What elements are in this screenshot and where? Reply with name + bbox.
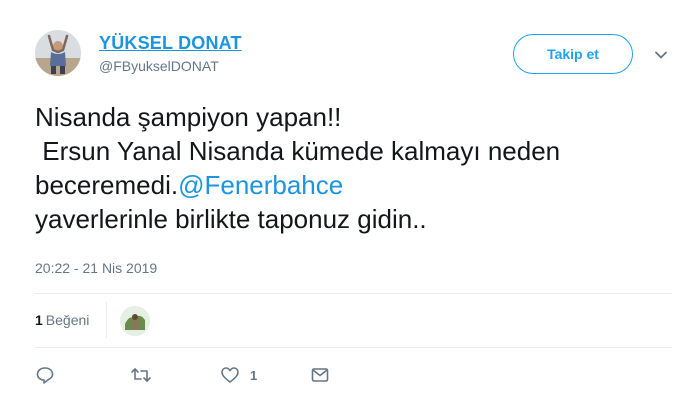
tweet-card: YÜKSEL DONAT @FByukselDONAT Takip et Nis… — [0, 0, 700, 412]
tweet-line-3: beceremedi. — [35, 170, 179, 200]
likes-separator — [106, 302, 107, 338]
likes-count: 1 — [35, 312, 43, 328]
display-name[interactable]: YÜKSEL DONAT — [99, 33, 242, 54]
follow-button[interactable]: Takip et — [513, 34, 633, 74]
envelope-icon — [311, 368, 329, 382]
likes-row: 1 Beğeni — [35, 294, 675, 346]
avatar[interactable] — [35, 30, 81, 76]
likes-label: Beğeni — [45, 312, 90, 328]
retweet-button[interactable] — [130, 364, 152, 386]
liker-avatar[interactable] — [120, 306, 150, 336]
user-handle[interactable]: @FByukselDONAT — [99, 58, 219, 74]
retweet-icon — [131, 368, 151, 382]
divider — [35, 347, 672, 348]
chevron-down-icon[interactable] — [652, 46, 670, 64]
tweet-line-1: Nisanda şampiyon yapan!! — [35, 102, 342, 132]
direct-message-button[interactable] — [310, 364, 330, 386]
tweet-line-4: yaverlerinle birlikte taponuz gidin.. — [35, 204, 427, 234]
heart-icon — [221, 367, 239, 383]
mention-link[interactable]: @Fenerbahce — [178, 170, 343, 200]
reply-button[interactable] — [35, 364, 55, 386]
liker-photo-icon — [120, 306, 150, 336]
profile-photo-icon — [35, 30, 81, 76]
action-bar: 1 — [35, 362, 675, 388]
likes-summary[interactable]: 1 Beğeni — [35, 312, 89, 328]
reply-icon — [36, 367, 54, 384]
like-button[interactable]: 1 — [220, 364, 257, 386]
tweet-line-2: Ersun Yanal Nisanda kümede kalmayı neden — [35, 136, 561, 166]
tweet-text: Nisanda şampiyon yapan!! Ersun Yanal Nis… — [35, 100, 675, 236]
like-count: 1 — [250, 367, 258, 383]
tweet-timestamp[interactable]: 20:22 - 21 Nis 2019 — [35, 260, 157, 276]
